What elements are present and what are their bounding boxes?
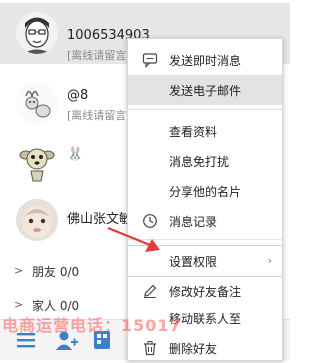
menu-separator (128, 109, 282, 110)
contact-status: [离线请留言] (67, 49, 131, 62)
contact-name: @8 (67, 88, 89, 103)
trash-icon (144, 341, 156, 356)
chevron-right-icon: › (267, 254, 272, 267)
menu-item-share-card[interactable]: 分享他的名片 (128, 176, 282, 206)
chevron-right-icon: > (14, 298, 24, 311)
menu-item-label: 发送即时消息 (169, 54, 242, 68)
sketch-boy-avatar (16, 12, 58, 54)
menu-item-label: 查看资料 (169, 125, 218, 139)
rabbit-doodle-avatar (16, 82, 58, 124)
menu-item-move-contact[interactable]: 移动联系人至 (128, 303, 282, 333)
menu-item-mute[interactable]: 消息免打扰 (128, 146, 282, 176)
menu-item-label: 移动联系人至 (169, 312, 242, 326)
menu-item-label: 发送电子邮件 (169, 84, 242, 98)
contact-status: [离线请留言] (67, 109, 131, 122)
chat-icon (142, 53, 158, 68)
menu-icon[interactable] (14, 328, 40, 352)
pencil-icon (144, 284, 157, 298)
red-arrow-annotation (107, 226, 160, 252)
menu-item-label: 删除好友 (169, 342, 218, 356)
menu-item-label: 分享他的名片 (169, 185, 242, 199)
menu-item-send-message[interactable]: 发送即时消息 (128, 45, 282, 75)
menu-item-view-profile[interactable]: 查看资料 (128, 116, 282, 146)
menu-item-edit-remark[interactable]: 修改好友备注 (128, 276, 282, 306)
baby-photo-avatar (16, 199, 58, 241)
menu-item-label: 消息记录 (169, 215, 218, 229)
chevron-right-icon: > (14, 264, 24, 277)
contact-name: 🐰 (67, 147, 84, 162)
menu-item-label: 消息免打扰 (169, 155, 230, 169)
group-label: 朋友 0/0 (32, 265, 80, 279)
add-contact-icon[interactable] (54, 328, 80, 352)
group-label: 家人 0/0 (32, 299, 80, 313)
cartoon-dog-avatar (16, 141, 58, 183)
menu-item-send-email[interactable]: 发送电子邮件 (128, 75, 282, 105)
menu-item-label: 修改好友备注 (169, 285, 242, 299)
context-menu: 发送即时消息 发送电子邮件 查看资料 消息免打扰 分享他的名片 消息记录 设置权… (127, 38, 283, 361)
menu-item-label: 设置权限 (169, 255, 218, 269)
app-icon[interactable] (90, 328, 116, 352)
